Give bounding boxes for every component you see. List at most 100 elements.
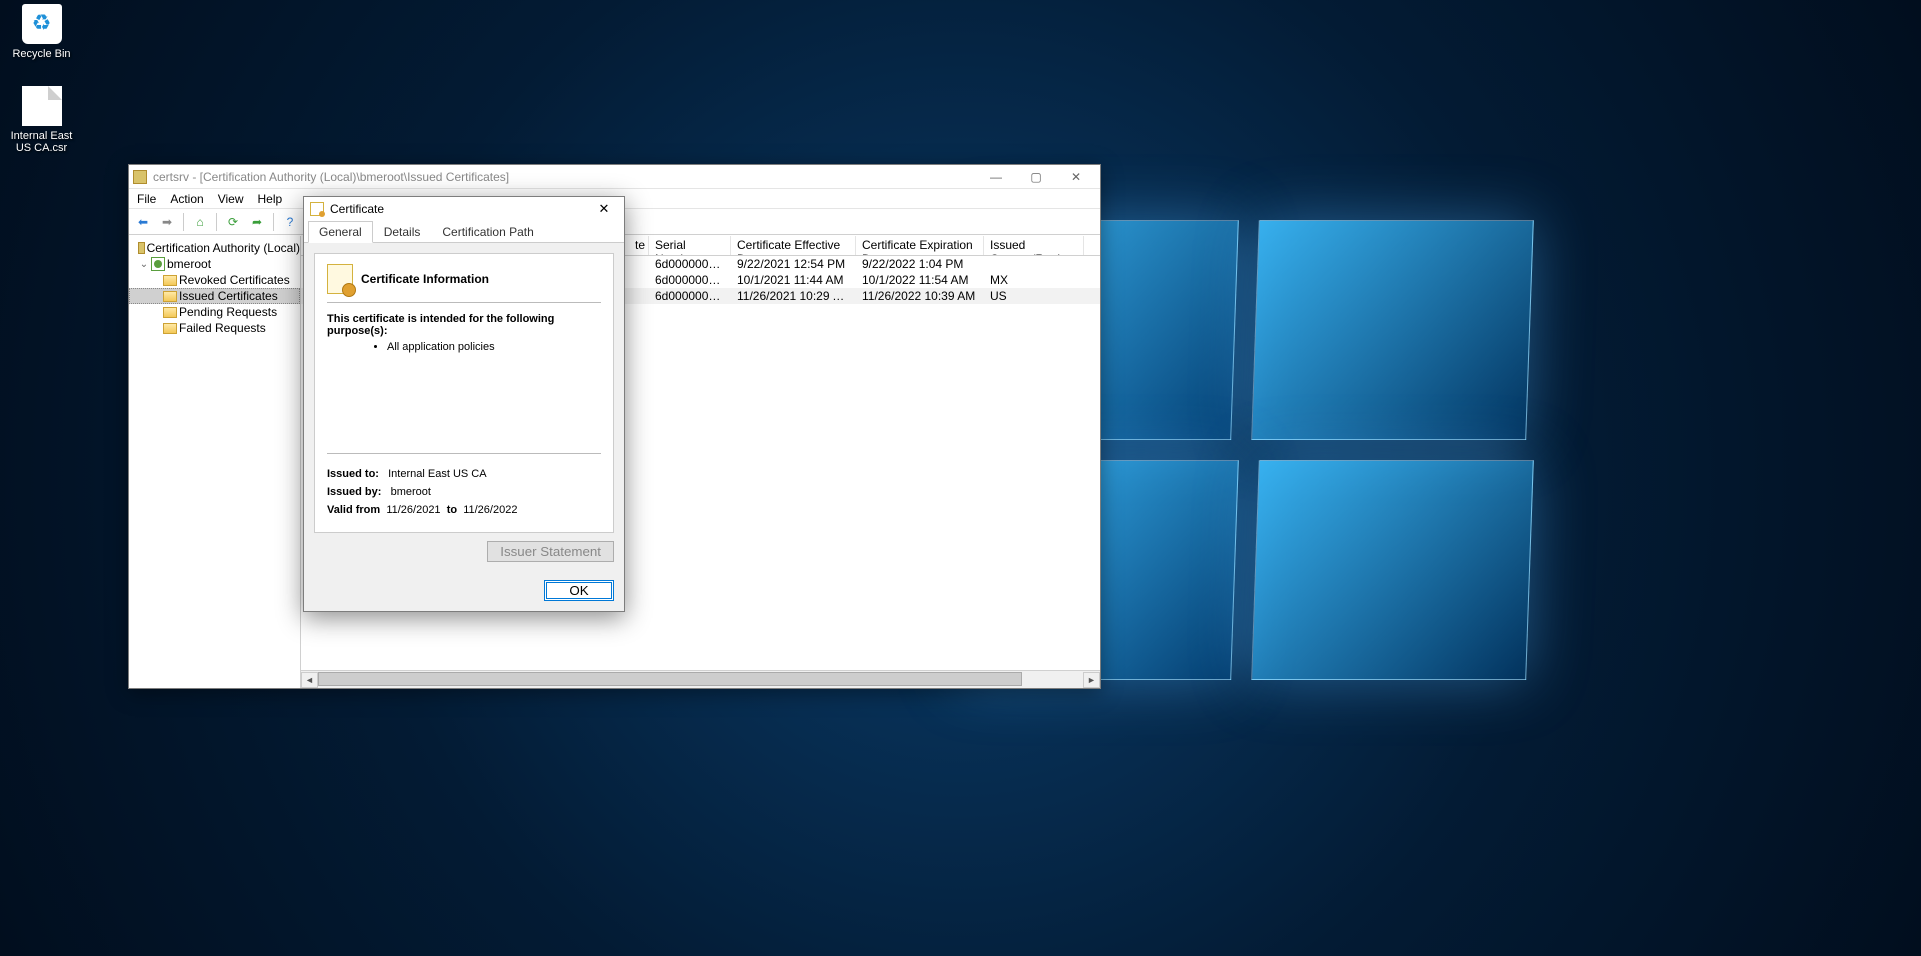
desktop-icon-label: Internal East US CA.csr <box>4 130 79 154</box>
issued-by-label: Issued by: <box>327 486 381 498</box>
back-button[interactable]: ⬅ <box>133 212 153 232</box>
tab-general[interactable]: General <box>308 221 373 243</box>
purpose-list: All application policies <box>347 341 601 353</box>
maximize-button[interactable]: ▢ <box>1016 166 1056 188</box>
certificate-heading: Certificate Information <box>327 264 601 303</box>
tab-certification-path[interactable]: Certification Path <box>431 221 544 243</box>
scroll-thumb[interactable] <box>318 672 1022 686</box>
folder-icon <box>163 291 177 302</box>
tree-pending[interactable]: Pending Requests <box>129 304 300 320</box>
folder-icon <box>163 275 177 286</box>
valid-row: Valid from 11/26/2021 to 11/26/2022 <box>327 504 601 516</box>
windows-pane <box>1251 220 1534 440</box>
col-header-partial[interactable]: te <box>629 236 649 255</box>
certificate-heading-text: Certificate Information <box>361 272 489 286</box>
purpose-intro: This certificate is intended for the fol… <box>327 313 601 337</box>
tree-label: Failed Requests <box>179 321 266 335</box>
issued-to-label: Issued to: <box>327 468 379 480</box>
folder-icon <box>163 307 177 318</box>
scroll-track[interactable] <box>318 672 1083 688</box>
issuer-statement-button[interactable]: Issuer Statement <box>487 541 614 562</box>
menu-help[interactable]: Help <box>258 192 283 206</box>
cell-serial: 6d00000006ed... <box>649 289 731 303</box>
certificate-details: Issued to: Internal East US CA Issued by… <box>327 453 601 522</box>
purpose-item: All application policies <box>387 341 601 353</box>
titlebar[interactable]: certsrv - [Certification Authority (Loca… <box>129 165 1100 189</box>
valid-to-label: to <box>447 504 457 516</box>
issued-to-value: Internal East US CA <box>388 468 486 480</box>
tree-label: Certification Authority (Local) <box>147 241 300 255</box>
toolbar-separator <box>273 213 274 231</box>
cell-serial: 6d0000000353... <box>649 257 731 271</box>
tree-root[interactable]: Certification Authority (Local) <box>129 240 300 256</box>
forward-button[interactable]: ➡ <box>157 212 177 232</box>
desktop-icon-label: Recycle Bin <box>4 48 79 60</box>
tree-label: bmeroot <box>167 257 211 271</box>
col-header-country[interactable]: Issued Country/Region <box>984 236 1084 255</box>
folder-icon <box>163 323 177 334</box>
ok-button[interactable]: OK <box>544 580 614 601</box>
collapse-icon[interactable]: ⌄ <box>139 259 149 270</box>
toolbar-separator <box>183 213 184 231</box>
close-button[interactable]: ✕ <box>590 198 618 220</box>
cell-expiration: 11/26/2022 10:39 AM <box>856 289 984 303</box>
dialog-titlebar[interactable]: Certificate ✕ <box>304 197 624 220</box>
issued-to-row: Issued to: Internal East US CA <box>327 468 601 480</box>
cell-expiration: 10/1/2022 11:54 AM <box>856 273 984 287</box>
col-header-expiration[interactable]: Certificate Expiration Date <box>856 236 984 255</box>
certificate-dialog: Certificate ✕ General Details Certificat… <box>303 196 625 612</box>
certsrv-icon <box>133 170 147 184</box>
close-button[interactable]: ✕ <box>1056 166 1096 188</box>
issued-by-value: bmeroot <box>391 486 431 498</box>
tree-label: Pending Requests <box>179 305 277 319</box>
cell-effective: 9/22/2021 12:54 PM <box>731 257 856 271</box>
tree-ca[interactable]: ⌄ bmeroot <box>129 256 300 272</box>
cell-effective: 11/26/2021 10:29 AM <box>731 289 856 303</box>
menu-view[interactable]: View <box>218 192 244 206</box>
minimize-button[interactable]: — <box>976 166 1016 188</box>
dialog-title: Certificate <box>330 202 590 216</box>
cell-serial: 6d00000005246... <box>649 273 731 287</box>
windows-pane <box>1251 460 1534 680</box>
tabs: General Details Certification Path <box>304 220 624 243</box>
tree-failed[interactable]: Failed Requests <box>129 320 300 336</box>
certificate-icon <box>310 202 324 216</box>
cell-country: MX <box>984 273 1084 287</box>
tree-label: Issued Certificates <box>179 289 278 303</box>
menu-file[interactable]: File <box>137 192 156 206</box>
window-title: certsrv - [Certification Authority (Loca… <box>153 170 976 184</box>
scroll-left-button[interactable]: ◄ <box>301 672 318 688</box>
menu-action[interactable]: Action <box>170 192 203 206</box>
help-button[interactable]: ? <box>280 212 300 232</box>
cell-effective: 10/1/2021 11:44 AM <box>731 273 856 287</box>
ca-server-icon <box>151 257 165 271</box>
refresh-button[interactable]: ⟳ <box>223 212 243 232</box>
valid-from-label: Valid from <box>327 504 380 516</box>
file-icon <box>22 86 62 126</box>
certificate-info-box: Certificate Information This certificate… <box>314 253 614 533</box>
toolbar-separator <box>216 213 217 231</box>
desktop-icon-recycle-bin[interactable]: Recycle Bin <box>4 4 79 60</box>
col-header-effective[interactable]: Certificate Effective Date <box>731 236 856 255</box>
issued-by-row: Issued by: bmeroot <box>327 486 601 498</box>
cell-expiration: 9/22/2022 1:04 PM <box>856 257 984 271</box>
tree-revoked[interactable]: Revoked Certificates <box>129 272 300 288</box>
ca-root-icon <box>138 242 144 254</box>
dialog-footer: OK <box>304 572 624 611</box>
valid-from-value: 11/26/2021 <box>386 504 440 516</box>
scroll-right-button[interactable]: ► <box>1083 672 1100 688</box>
tree-pane[interactable]: Certification Authority (Local) ⌄ bmeroo… <box>129 236 301 688</box>
export-button[interactable]: ➦ <box>247 212 267 232</box>
certificate-badge-icon <box>327 264 353 294</box>
tab-body: Certificate Information This certificate… <box>304 243 624 572</box>
desktop-icon-csr-file[interactable]: Internal East US CA.csr <box>4 86 79 154</box>
tree-label: Revoked Certificates <box>179 273 290 287</box>
recycle-bin-icon <box>22 4 62 44</box>
cell-country: US <box>984 289 1084 303</box>
tab-details[interactable]: Details <box>373 221 432 243</box>
horizontal-scrollbar[interactable]: ◄ ► <box>301 670 1100 688</box>
tree-issued[interactable]: Issued Certificates <box>129 288 300 304</box>
valid-to-value: 11/26/2022 <box>463 504 517 516</box>
col-header-serial[interactable]: Serial Number <box>649 236 731 255</box>
up-button[interactable]: ⌂ <box>190 212 210 232</box>
